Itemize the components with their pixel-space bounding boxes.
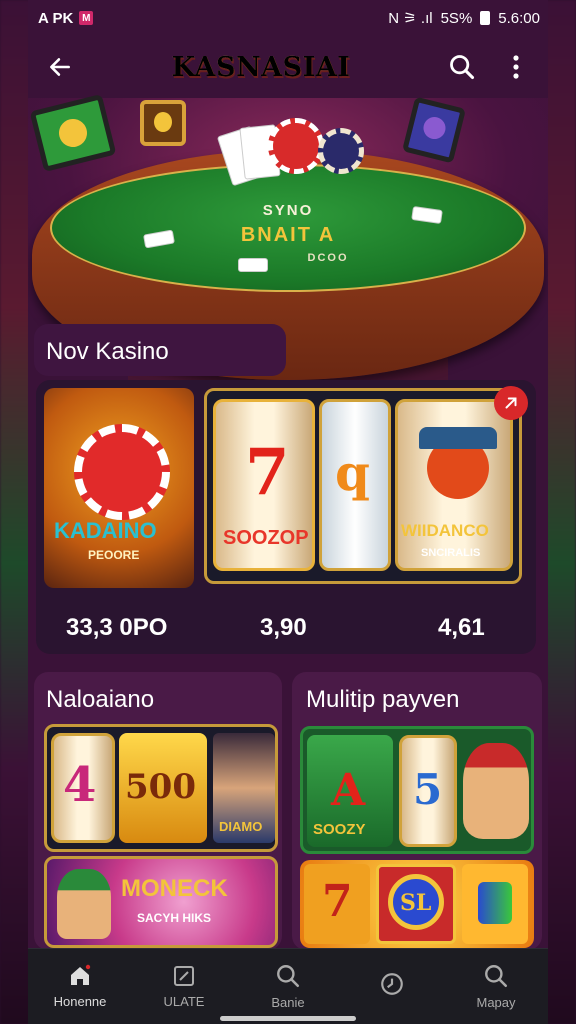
score-kadaino: 33,3 0PO	[66, 614, 168, 641]
score-wiidanco: 4,61	[438, 614, 485, 641]
status-right: N ⚞ .ıl 5S% 5.6:00	[388, 9, 540, 28]
tile-title: WIIDANCO	[401, 521, 489, 540]
nav-label-mapay: Mapay	[476, 995, 516, 1010]
section-title-new-casino: Nov Kasino	[46, 338, 169, 365]
slot-symbol-seven: 7	[245, 435, 290, 510]
more-menu-button[interactable]	[498, 49, 534, 85]
slot-symbol: 4	[63, 757, 97, 813]
nav-item-home[interactable]: Honenne	[35, 964, 125, 1009]
left-monitor-icon	[29, 93, 117, 173]
notification-badge-icon: M	[79, 11, 94, 25]
top-app-bar: KASNASIAI	[28, 36, 548, 98]
section-title-naloaiano: Naloaiano	[46, 686, 155, 713]
battery-icon	[480, 11, 491, 25]
status-bar: A PK M N ⚞ .ıl 5S% 5.6:00	[0, 0, 576, 36]
slot-symbol-letter: q	[335, 443, 370, 502]
table-text-middle: BNAIT A	[240, 224, 336, 246]
right-monitor-icon	[401, 96, 467, 164]
signal-icons: N ⚞ .ıl	[388, 10, 433, 27]
slot-symbol: 5	[413, 765, 443, 814]
game-tile-slots[interactable]: 7 q SOOZOP WIIDANCO SNCIRALIS	[204, 388, 522, 584]
bonus-symbol-icon	[478, 882, 512, 924]
section-title-multiplayer: Mulitip payven	[306, 686, 460, 713]
game-tile-sl[interactable]: 7 SL	[300, 860, 534, 948]
status-time: 5.6:00	[498, 9, 540, 27]
home-indicator[interactable]	[220, 1016, 356, 1021]
tile-title: KADAINO	[54, 518, 157, 543]
nav-label-ulate: ULATE	[163, 994, 205, 1009]
tile-label: DIAMO	[219, 819, 263, 834]
mascot-icon	[57, 869, 111, 939]
trophy-icon	[140, 100, 186, 146]
nav-item-mapay[interactable]: Mapay	[451, 963, 541, 1010]
score-soozop: 3,90	[260, 614, 307, 641]
poker-chip-icon	[74, 424, 170, 520]
back-button[interactable]	[42, 49, 78, 85]
table-text-bottom: DCOO	[307, 252, 349, 264]
nav-label-home: Honenne	[53, 994, 107, 1009]
status-carrier: A PK	[38, 9, 74, 27]
slot-symbol: 500	[125, 767, 196, 807]
tile-subtitle: SNCIRALIS	[421, 547, 481, 559]
bottom-navigation: Honenne ULATE Banie Mapay	[28, 948, 548, 1024]
app-window: SYNO BNAIT A DCOO KASNASIAI Nov Kasino K…	[28, 0, 548, 1024]
game-tile-moneck[interactable]: MONECK SACYH HIKS	[44, 856, 278, 948]
hero-banner[interactable]: SYNO BNAIT A DCOO	[28, 93, 548, 428]
link-icon	[505, 397, 517, 409]
search-icon	[485, 965, 508, 988]
more-vertical-icon	[513, 55, 519, 79]
poker-chip-icon	[318, 128, 364, 174]
nav-item-ulate[interactable]: ULATE	[139, 964, 229, 1009]
slot-symbol: 7	[322, 876, 353, 927]
tile-label: SOOZY	[313, 821, 366, 838]
game-tile-kadaino[interactable]: KADAINO PEOORE	[44, 388, 194, 588]
app-logo: KASNASIAI	[171, 51, 351, 83]
search-icon	[450, 55, 475, 80]
tile-title: MONECK	[121, 875, 228, 902]
search-icon	[277, 965, 300, 988]
tile-subtitle: PEOORE	[88, 548, 140, 562]
tile-title: SOOZOP	[223, 527, 309, 549]
game-tile-soozy[interactable]: A SOOZY 5	[300, 726, 534, 854]
top-actions	[444, 49, 534, 85]
background-right-blur	[546, 0, 576, 1024]
search-button[interactable]	[444, 49, 480, 85]
poker-chip-icon	[268, 118, 324, 174]
clock-icon	[381, 972, 403, 995]
battery-percent: 5S%	[440, 9, 473, 27]
slot-symbol: A	[331, 765, 366, 816]
status-left: A PK M	[38, 9, 94, 27]
mascot-icon	[463, 743, 529, 839]
nav-item-banie[interactable]: Banie	[243, 963, 333, 1010]
hat-icon	[419, 427, 497, 449]
background-left-blur	[0, 0, 30, 1024]
home-icon	[71, 964, 91, 985]
game-tile-diamo[interactable]: 4 500 DIAMO	[44, 724, 278, 852]
slot-symbol: SL	[400, 890, 432, 916]
edit-icon	[174, 966, 194, 986]
arrow-left-icon	[50, 58, 70, 76]
nav-label-banie: Banie	[271, 995, 305, 1010]
nav-item-history[interactable]	[347, 971, 437, 1003]
tile-subtitle: SACYH HIKS	[137, 911, 212, 925]
link-badge-button[interactable]	[494, 386, 528, 420]
table-text-top: SYNO	[262, 202, 314, 219]
